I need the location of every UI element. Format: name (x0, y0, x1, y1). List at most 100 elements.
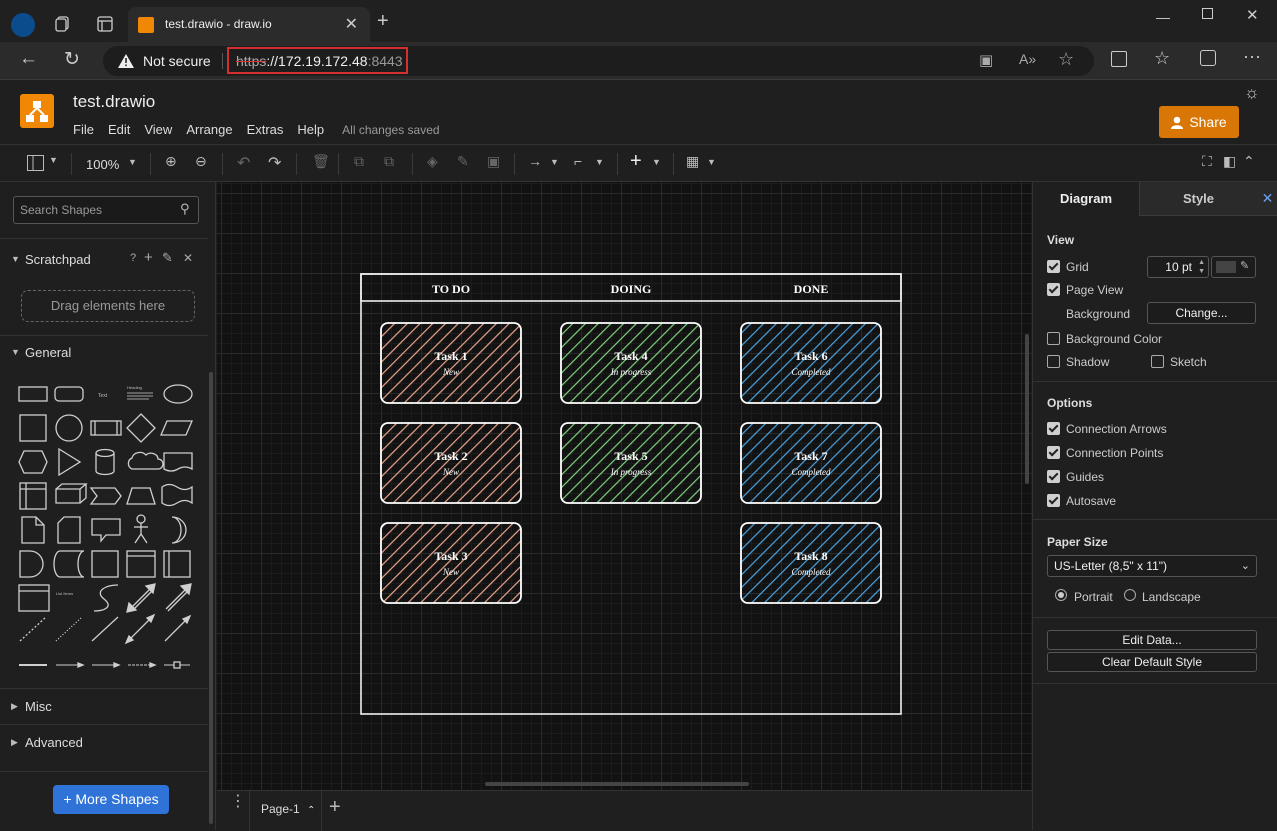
shape-callout[interactable] (91, 518, 121, 543)
change-background-button[interactable]: Change... (1147, 302, 1256, 324)
scratchpad-dropzone[interactable]: Drag elements here (21, 290, 195, 322)
more-options-icon[interactable]: ··· (1243, 46, 1261, 67)
shape-rounded-rectangle[interactable] (54, 386, 84, 402)
shape-dotted-line[interactable] (55, 616, 83, 642)
shape-cylinder[interactable] (95, 448, 115, 476)
warning-icon[interactable] (118, 54, 134, 68)
shadow-checkbox[interactable] (1047, 355, 1060, 368)
shape-or[interactable] (171, 516, 187, 544)
to-back-icon[interactable]: ⧉ (384, 153, 394, 170)
menu-help[interactable]: Help (297, 122, 324, 137)
page-tab-1[interactable]: Page-1 ⌃ (261, 802, 315, 816)
tab-style[interactable]: Style (1139, 182, 1257, 216)
task-card[interactable]: Task 4 In progress (560, 322, 702, 404)
delete-icon[interactable]: 🗑 (312, 153, 330, 170)
tab-actions-icon[interactable] (97, 16, 113, 32)
shape-connector-arrow[interactable] (56, 662, 85, 668)
undo-icon[interactable]: ↶ (237, 153, 250, 173)
table-icon[interactable]: ▦ (686, 153, 699, 170)
shape-step[interactable] (89, 487, 122, 505)
tab-close-icon[interactable]: ✕ (345, 14, 358, 34)
shape-tape[interactable] (161, 483, 193, 507)
save-status[interactable]: All changes saved (342, 122, 439, 137)
workspaces-icon[interactable] (55, 16, 71, 32)
grid-size-input[interactable]: 10 pt ▲ ▼ (1147, 256, 1209, 278)
task-card[interactable]: Task 6 Completed (740, 322, 882, 404)
refresh-icon[interactable]: ↻ (64, 48, 80, 71)
shape-hexagon[interactable] (18, 450, 48, 474)
search-input[interactable] (14, 197, 164, 223)
shape-bidirectional-connector[interactable] (124, 613, 156, 645)
collections-icon[interactable] (1200, 50, 1216, 66)
canvas-vertical-scrollbar[interactable] (1025, 334, 1029, 484)
favorite-star-icon[interactable]: ☆ (1058, 49, 1074, 70)
shape-ellipse[interactable] (163, 384, 193, 404)
waypoints-icon[interactable]: ⌐ (574, 153, 582, 169)
menu-arrange[interactable]: Arrange (186, 122, 232, 137)
menu-view[interactable]: View (144, 122, 172, 137)
general-header[interactable]: ▼ General (0, 339, 208, 365)
shape-container[interactable] (91, 550, 119, 578)
theme-toggle-icon[interactable]: ☼ (1244, 83, 1260, 103)
clear-default-style-button[interactable]: Clear Default Style (1047, 652, 1257, 672)
add-icon[interactable]: + (144, 249, 153, 266)
line-color-icon[interactable]: ✎ (457, 153, 469, 170)
kanban-board[interactable]: TO DO DOING DONE Task 1 New Task 2 New T… (217, 182, 1032, 790)
share-button[interactable]: Share (1159, 106, 1239, 138)
task-card[interactable]: Task 2 New (380, 422, 522, 504)
shape-text[interactable]: Text (98, 393, 108, 399)
redo-icon[interactable]: ↷ (268, 153, 281, 173)
browser-tab[interactable]: test.drawio - draw.io ✕ (128, 7, 370, 42)
shape-line[interactable] (91, 616, 119, 642)
shape-actor[interactable] (134, 514, 148, 544)
shape-square[interactable] (19, 414, 47, 442)
shape-diamond[interactable] (126, 413, 156, 443)
shape-trapezoid[interactable] (126, 487, 156, 505)
new-tab-icon[interactable]: + (377, 10, 389, 33)
shape-list[interactable] (18, 584, 50, 612)
menu-edit[interactable]: Edit (108, 122, 130, 137)
split-screen-icon[interactable] (1111, 51, 1127, 67)
sketch-checkbox[interactable] (1151, 355, 1164, 368)
shape-triangle[interactable] (58, 447, 82, 477)
edit-pencil-icon[interactable]: ✎ (162, 250, 173, 266)
shape-parallelogram[interactable] (160, 420, 193, 436)
document-title[interactable]: test.drawio (73, 92, 155, 112)
zoom-out-icon[interactable]: ⊖ (195, 153, 207, 170)
shape-directional-connector[interactable] (164, 614, 192, 642)
shape-arrow[interactable] (165, 583, 192, 612)
shape-data-storage[interactable] (53, 550, 85, 578)
menu-file[interactable]: File (73, 122, 94, 137)
shape-bidirectional-arrow[interactable] (126, 583, 156, 613)
canvas-horizontal-scrollbar[interactable] (485, 782, 749, 786)
edit-data-button[interactable]: Edit Data... (1047, 630, 1257, 650)
eyedropper-icon[interactable]: ✎ (1240, 259, 1249, 272)
guides-checkbox[interactable] (1047, 470, 1060, 483)
connection-arrows-checkbox[interactable] (1047, 422, 1060, 435)
task-card[interactable]: Task 7 Completed (740, 422, 882, 504)
column-done-label[interactable]: DONE (794, 282, 829, 296)
task-card[interactable]: Task 5 In progress (560, 422, 702, 504)
shape-delay[interactable] (19, 550, 44, 578)
fullscreen-icon[interactable]: ⛶ (1202, 153, 1212, 170)
spinner-arrows-icon[interactable]: ▲ ▼ (1198, 258, 1205, 276)
shape-cloud[interactable] (127, 451, 164, 470)
portrait-radio[interactable] (1055, 589, 1067, 601)
format-panel-icon[interactable] (27, 155, 44, 171)
column-todo-label[interactable]: TO DO (432, 282, 470, 296)
connection-dropdown-arrow-icon[interactable]: ▼ (550, 157, 559, 167)
shape-note[interactable] (21, 516, 45, 544)
task-card[interactable]: Task 1 New (380, 322, 522, 404)
zoom-dropdown-arrow-icon[interactable]: ▼ (128, 157, 137, 167)
shape-vertical-lane[interactable] (163, 550, 191, 578)
more-shapes-button[interactable]: + More Shapes (53, 785, 169, 814)
shadow-icon[interactable]: ▣ (487, 153, 500, 170)
close-icon[interactable]: ✕ (183, 251, 193, 265)
background-color-checkbox[interactable] (1047, 332, 1060, 345)
diagram-canvas[interactable]: TO DO DOING DONE Task 1 New Task 2 New T… (217, 182, 1032, 790)
tab-diagram[interactable]: Diagram (1033, 182, 1139, 216)
grid-checkbox[interactable] (1047, 260, 1060, 273)
shape-card[interactable] (57, 516, 81, 544)
zoom-level[interactable]: 100% (86, 157, 119, 172)
shape-heading[interactable]: Heading (127, 385, 142, 390)
